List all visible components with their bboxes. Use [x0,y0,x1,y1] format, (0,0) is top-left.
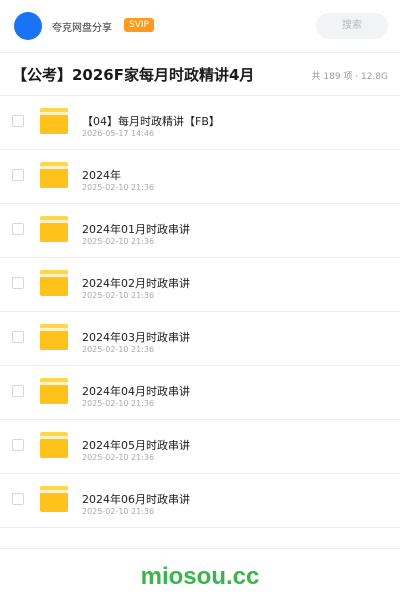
file-date: 2025-02-10 21:36 [82,291,155,300]
list-item[interactable]: 2024年04月时政串讲 2025-02-10 21:36 [0,366,400,420]
file-name[interactable]: 【04】每月时政精讲【FB】 [82,113,220,129]
file-name[interactable]: 2024年 [82,167,121,183]
footer: miosou.cc [0,548,400,600]
folder-icon [40,162,68,188]
list-item[interactable]: 【04】每月时政精讲【FB】 2026-05-17 14:46 [0,96,400,150]
svip-badge: SVIP [124,18,154,32]
folder-icon [40,216,68,242]
file-name[interactable]: 2024年01月时政串讲 [82,221,190,237]
search-input[interactable] [316,13,388,39]
share-meta: 共 189 项 · 12.8G [311,72,389,82]
folder-icon [40,378,68,404]
folder-icon [40,270,68,296]
user-name[interactable]: 夸克网盘分享 [52,19,112,34]
select-checkbox[interactable] [12,115,24,127]
file-list: 【04】每月时政精讲【FB】 2026-05-17 14:46 2024年 20… [0,96,400,528]
top-bar: 夸克网盘分享 SVIP [0,0,400,52]
select-checkbox[interactable] [12,169,24,181]
select-checkbox[interactable] [12,331,24,343]
select-checkbox[interactable] [12,223,24,235]
file-name[interactable]: 2024年06月时政串讲 [82,491,190,507]
file-date: 2025-02-10 21:36 [82,183,155,192]
file-date: 2026-05-17 14:46 [82,129,155,138]
folder-icon [40,486,68,512]
list-item[interactable]: 2024年 2025-02-10 21:36 [0,150,400,204]
file-name[interactable]: 2024年04月时政串讲 [82,383,190,399]
folder-icon [40,324,68,350]
folder-icon [40,432,68,458]
file-name[interactable]: 2024年03月时政串讲 [82,329,190,345]
file-date: 2025-02-10 21:36 [82,345,155,354]
list-item[interactable]: 2024年01月时政串讲 2025-02-10 21:36 [0,204,400,258]
select-checkbox[interactable] [12,385,24,397]
select-checkbox[interactable] [12,493,24,505]
list-item[interactable]: 2024年03月时政串讲 2025-02-10 21:36 [0,312,400,366]
list-item[interactable]: 2024年02月时政串讲 2025-02-10 21:36 [0,258,400,312]
file-date: 2025-02-10 21:36 [82,237,155,246]
select-checkbox[interactable] [12,277,24,289]
file-date: 2025-02-10 21:36 [82,399,155,408]
file-name[interactable]: 2024年05月时政串讲 [82,437,190,453]
file-name[interactable]: 2024年02月时政串讲 [82,275,190,291]
watermark-text: miosou.cc [140,563,260,590]
folder-icon [40,108,68,134]
list-item[interactable]: 2024年05月时政串讲 2025-02-10 21:36 [0,420,400,474]
file-date: 2025-02-10 21:36 [82,507,155,516]
page-title: 【公考】2026F家每月时政精讲4月 [12,66,255,84]
file-date: 2025-02-10 21:36 [82,453,155,462]
avatar[interactable] [14,12,42,40]
list-item[interactable]: 2024年06月时政串讲 2025-02-10 21:36 [0,474,400,528]
select-checkbox[interactable] [12,439,24,451]
share-title-row: 【公考】2026F家每月时政精讲4月 共 189 项 · 12.8G [0,52,400,96]
